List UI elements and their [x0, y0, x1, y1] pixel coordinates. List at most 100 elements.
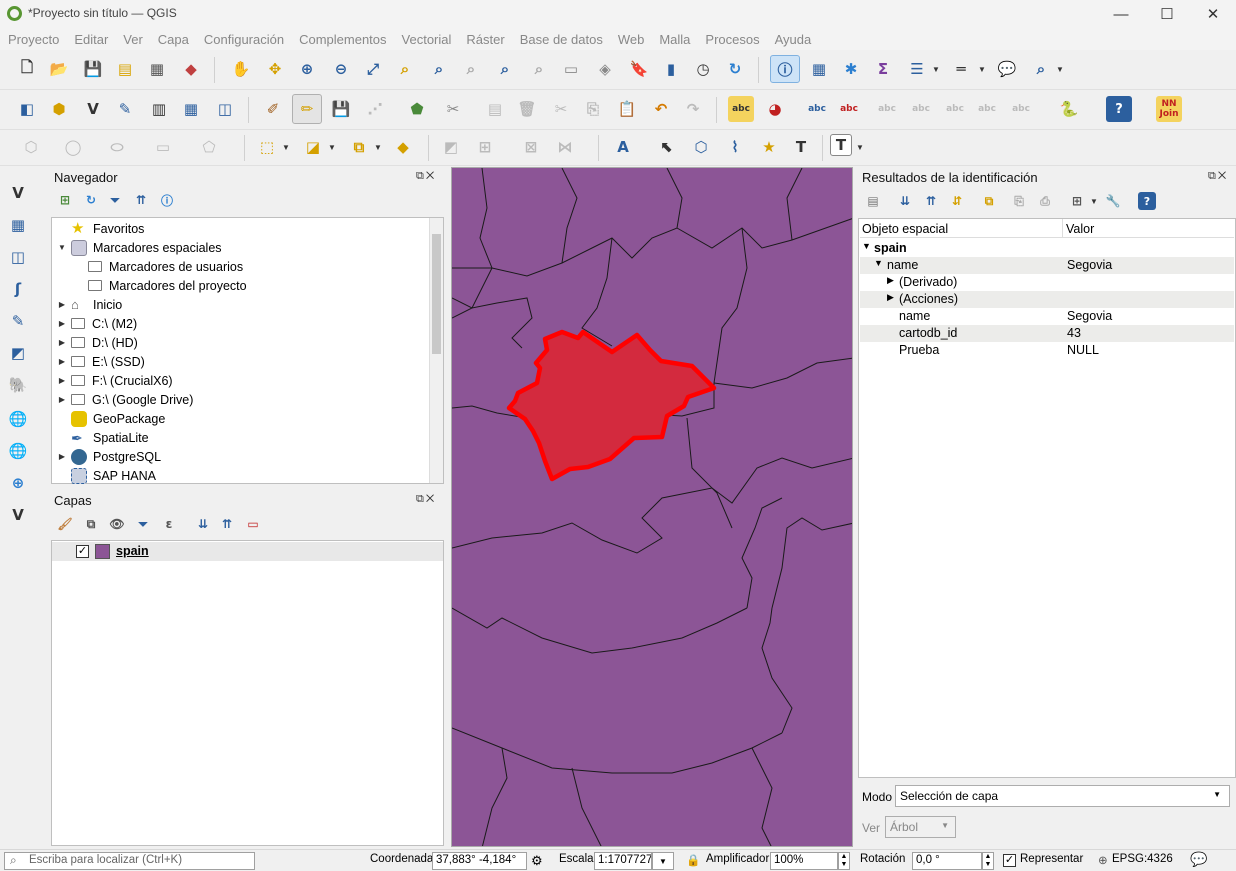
pan-to-selection-icon[interactable]: ✥ [262, 56, 288, 82]
collapse-all-icon[interactable]: ⇈ [132, 191, 150, 209]
menu-raster[interactable]: Ráster [466, 32, 504, 47]
locate-icon[interactable]: ⌕ [1028, 56, 1054, 82]
add-mesh-layer-icon[interactable]: ◫ [212, 96, 238, 122]
collapsed-arrow-icon[interactable]: ▶ [57, 452, 67, 461]
copy-feature-icon[interactable]: ⎘ [1010, 192, 1028, 210]
help-icon[interactable]: ? [1106, 96, 1132, 122]
chevron-down-icon[interactable]: ▼ [282, 134, 290, 160]
collapsed-arrow-icon[interactable]: ▶ [57, 300, 67, 309]
manage-visibility-eye-icon[interactable]: 👁 [108, 515, 126, 533]
chevron-down-icon[interactable]: ▼ [932, 56, 940, 82]
deselect-all-icon[interactable]: ⧉ [346, 134, 372, 160]
nav-item-marcadores-espaciales[interactable]: ▼ Marcadores espaciales [57, 238, 222, 257]
coordinate-input[interactable]: 37,883° -4,184° [432, 852, 527, 870]
nav-item-favoritos[interactable]: ★ Favoritos [57, 219, 144, 238]
nav-item-marcadores-proyecto[interactable]: Marcadores del proyecto [88, 276, 247, 295]
show-bookmarks-icon[interactable]: ▮ [658, 56, 684, 82]
digitize-shape-icon[interactable]: ⬡ [18, 134, 44, 160]
scrollbar-thumb[interactable] [432, 234, 441, 354]
select-features-icon[interactable]: ⬚ [254, 134, 280, 160]
menu-ver[interactable]: Ver [123, 32, 143, 47]
open-table-icon[interactable]: ☰ [904, 56, 930, 82]
diagram-icon[interactable]: ◕ [762, 96, 788, 122]
chevron-down-icon[interactable]: ▼ [856, 134, 864, 160]
add-wcs-icon[interactable]: ⊕ [5, 470, 31, 496]
cut-features-icon[interactable]: ✂ [548, 96, 574, 122]
new-map-view-icon[interactable]: ▭ [558, 56, 584, 82]
zoom-in-icon[interactable]: ⊕ [294, 56, 320, 82]
collapsed-arrow-icon[interactable]: ▶ [57, 357, 67, 366]
add-raster-layer-icon[interactable]: ▦ [5, 212, 31, 238]
nav-item-spatialite[interactable]: ✒ SpatiaLite [57, 428, 149, 447]
nav-item-inicio[interactable]: ▶ ⌂ Inicio [57, 295, 122, 314]
zoom-out-icon[interactable]: ⊖ [328, 56, 354, 82]
result-row-attribute[interactable]: cartodb_id 43 [860, 325, 1234, 342]
delete-selected-icon[interactable]: 🗑 [514, 96, 540, 122]
layer-styling-icon[interactable]: 🖌 [56, 515, 74, 533]
move-label-icon[interactable]: abc [942, 96, 968, 122]
select-annotation-icon[interactable]: ⬉ [654, 134, 680, 160]
add-marker-annotation-icon[interactable]: ★ [756, 134, 782, 160]
result-row-attribute[interactable]: Prueba NULL [860, 342, 1234, 359]
result-row-attribute[interactable]: name Segovia [860, 308, 1234, 325]
vertex-tool-icon[interactable]: ✂ [440, 96, 466, 122]
reshape-icon[interactable]: ⋈ [552, 134, 578, 160]
add-postgis-icon[interactable]: 🐘 [5, 372, 31, 398]
collapsed-arrow-icon[interactable]: ▶ [887, 292, 894, 303]
select-location-icon[interactable]: ◆ [390, 134, 416, 160]
menu-configuracion[interactable]: Configuración [204, 32, 284, 47]
save-project-icon[interactable]: 💾 [80, 56, 106, 82]
identify-features-icon[interactable]: ⓘ [770, 55, 800, 83]
scale-dropdown-chevron-icon[interactable]: ▼ [652, 852, 674, 870]
expanded-arrow-icon[interactable]: ▼ [862, 241, 871, 251]
chevron-down-icon[interactable]: ▼ [328, 134, 336, 160]
nav-item-d-drive[interactable]: ▶ D:\ (HD) [57, 333, 138, 352]
paste-features-icon[interactable]: 📋 [614, 96, 640, 122]
move-feature-icon[interactable]: ⊞ [472, 134, 498, 160]
new-print-layout-icon[interactable]: ▤ [112, 56, 138, 82]
add-wfs-icon[interactable]: 🌐 [5, 438, 31, 464]
refresh-icon[interactable]: ↻ [82, 191, 100, 209]
copy-features-icon[interactable]: ⎘ [580, 96, 606, 122]
menu-proyecto[interactable]: Proyecto [8, 32, 59, 47]
statistics-sum-icon[interactable]: Σ [870, 56, 896, 82]
add-virtual-layer-icon[interactable]: ▥ [146, 96, 172, 122]
view-select[interactable]: Árbol ▼ [885, 816, 956, 838]
layer-row-spain[interactable]: ✓ spain [52, 542, 443, 561]
pin-labels-icon[interactable]: abc [874, 96, 900, 122]
header-feature[interactable]: Objeto espacial [862, 222, 948, 236]
chevron-down-icon[interactable]: ▼ [374, 134, 382, 160]
map-tips-icon[interactable]: 💬 [994, 56, 1020, 82]
add-mesh-layer-icon[interactable]: ◫ [5, 244, 31, 270]
add-delimited-text-icon[interactable]: ✎ [112, 96, 138, 122]
result-row-feature[interactable]: ▼ name Segovia [860, 257, 1234, 274]
nav-item-marcadores-usuarios[interactable]: Marcadores de usuarios [88, 257, 243, 276]
chevron-down-icon[interactable]: ▼ [978, 56, 986, 82]
rotation-input[interactable]: 0,0 ° [912, 852, 982, 870]
selected-feature-segovia[interactable] [506, 329, 717, 482]
temporal-controller-icon[interactable]: ◷ [690, 56, 716, 82]
offset-curve-icon[interactable]: ⊠ [518, 134, 544, 160]
expanded-arrow-icon[interactable]: ▼ [874, 258, 883, 268]
change-label-icon[interactable]: abc [1008, 96, 1034, 122]
pan-hand-icon[interactable]: ✋ [228, 56, 254, 82]
label-toolbar-icon[interactable]: abc [804, 96, 830, 122]
measure-ruler-icon[interactable]: ═ [948, 56, 974, 82]
collapsed-arrow-icon[interactable]: ▶ [57, 376, 67, 385]
rotate-label-icon[interactable]: abc [974, 96, 1000, 122]
toggle-editing-pencil-icon[interactable]: ✏ [292, 94, 322, 124]
save-edits-icon[interactable]: 💾 [328, 96, 354, 122]
crs-globe-icon[interactable]: ⊕ [1098, 853, 1108, 867]
python-console-icon[interactable]: 🐍 [1056, 96, 1082, 122]
annotation-text-icon[interactable]: A [610, 134, 636, 160]
menu-complementos[interactable]: Complementos [299, 32, 386, 47]
refresh-icon[interactable]: ↻ [722, 56, 748, 82]
menu-capa[interactable]: Capa [158, 32, 189, 47]
add-line-annotation-icon[interactable]: ⌇ [722, 134, 748, 160]
style-manager-icon[interactable]: ◆ [178, 56, 204, 82]
open-project-icon[interactable]: 📂 [46, 56, 72, 82]
collapsed-arrow-icon[interactable]: ▶ [57, 338, 67, 347]
clear-results-icon[interactable]: ⧉ [980, 192, 998, 210]
expand-tree-icon[interactable]: ▤ [864, 192, 882, 210]
minimize-button[interactable]: — [1098, 0, 1144, 28]
